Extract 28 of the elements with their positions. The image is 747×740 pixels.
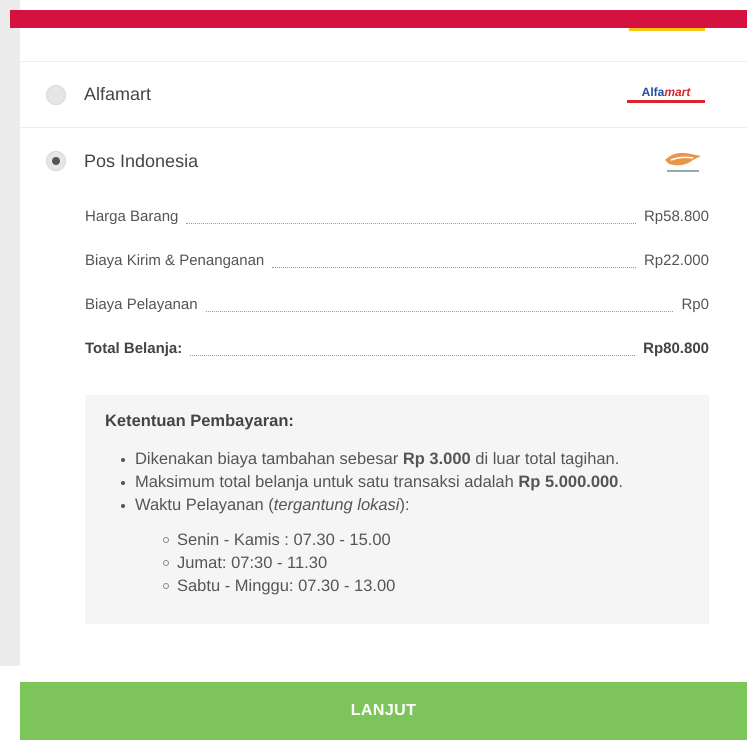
summary-label: Biaya Pelayanan [85,294,198,314]
bullet-icon [121,458,125,462]
schedule-text: Sabtu - Minggu: 07.30 - 13.00 [177,576,396,597]
payment-option[interactable]: Pos Indonesia [20,128,747,194]
summary-value: Rp0 [681,294,709,314]
summary-label: Biaya Kirim & Penanganan [85,250,264,270]
bullet-icon [121,504,125,508]
bullet-icon [121,480,125,485]
option-label: Alfamart [84,83,152,106]
terms-title: Ketentuan Pembayaran: [105,411,295,432]
option-label: Pos Indonesia [84,150,200,172]
terms-text: Dikenakan biaya tambahan sebesar Rp 3.000 di luar total tagihan. [135,448,620,470]
circle-bullet-icon [163,560,169,566]
schedule-text: Senin - Kamis : 07.30 - 15.00 [177,530,391,551]
summary-value: Rp58.800 [644,206,709,226]
terms-text: Waktu Pelayanan (tergantung lokasi): [135,494,410,516]
summary-value: Rp22.000 [644,250,709,270]
summary-label: Total Belanja: [85,338,182,358]
payment-option[interactable]: Alfamart Alfamart [20,62,747,128]
summary-label: Harga Barang [85,206,178,226]
schedule-text: Jumat: 07:30 - 11.30 [177,552,328,574]
summary-value: Rp80.800 [643,338,709,358]
circle-bullet-icon [163,537,169,544]
circle-bullet-icon [163,583,169,590]
store-logo: Alfamart [627,86,705,103]
radio-button[interactable] [46,84,66,104]
terms-text: Maksimum total belanja untuk satu transaksi adalah Rp 5.000.000. [135,472,623,493]
radio-button[interactable] [46,151,66,171]
